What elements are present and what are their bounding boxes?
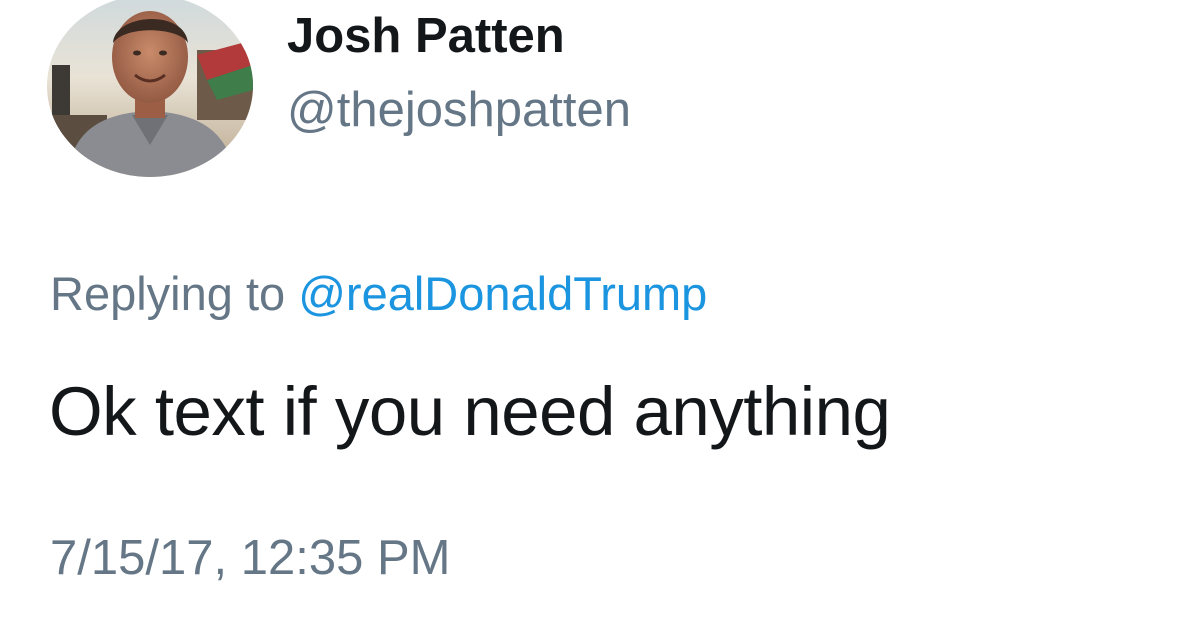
- tweet-text: Ok text if you need anything: [49, 373, 891, 450]
- reply-mention-link[interactable]: @realDonaldTrump: [298, 267, 707, 320]
- author-handle[interactable]: @thejoshpatten: [287, 82, 631, 138]
- reply-prefix: Replying to: [50, 267, 286, 320]
- author-display-name[interactable]: Josh Patten: [287, 8, 565, 64]
- avatar[interactable]: [47, 0, 253, 177]
- tweet-card: Josh Patten @thejoshpatten Replying to @…: [0, 0, 1200, 630]
- reply-context: Replying to @realDonaldTrump: [50, 266, 707, 321]
- tweet-timestamp[interactable]: 7/15/17, 12:35 PM: [50, 530, 450, 586]
- profile-photo-icon: [47, 0, 253, 177]
